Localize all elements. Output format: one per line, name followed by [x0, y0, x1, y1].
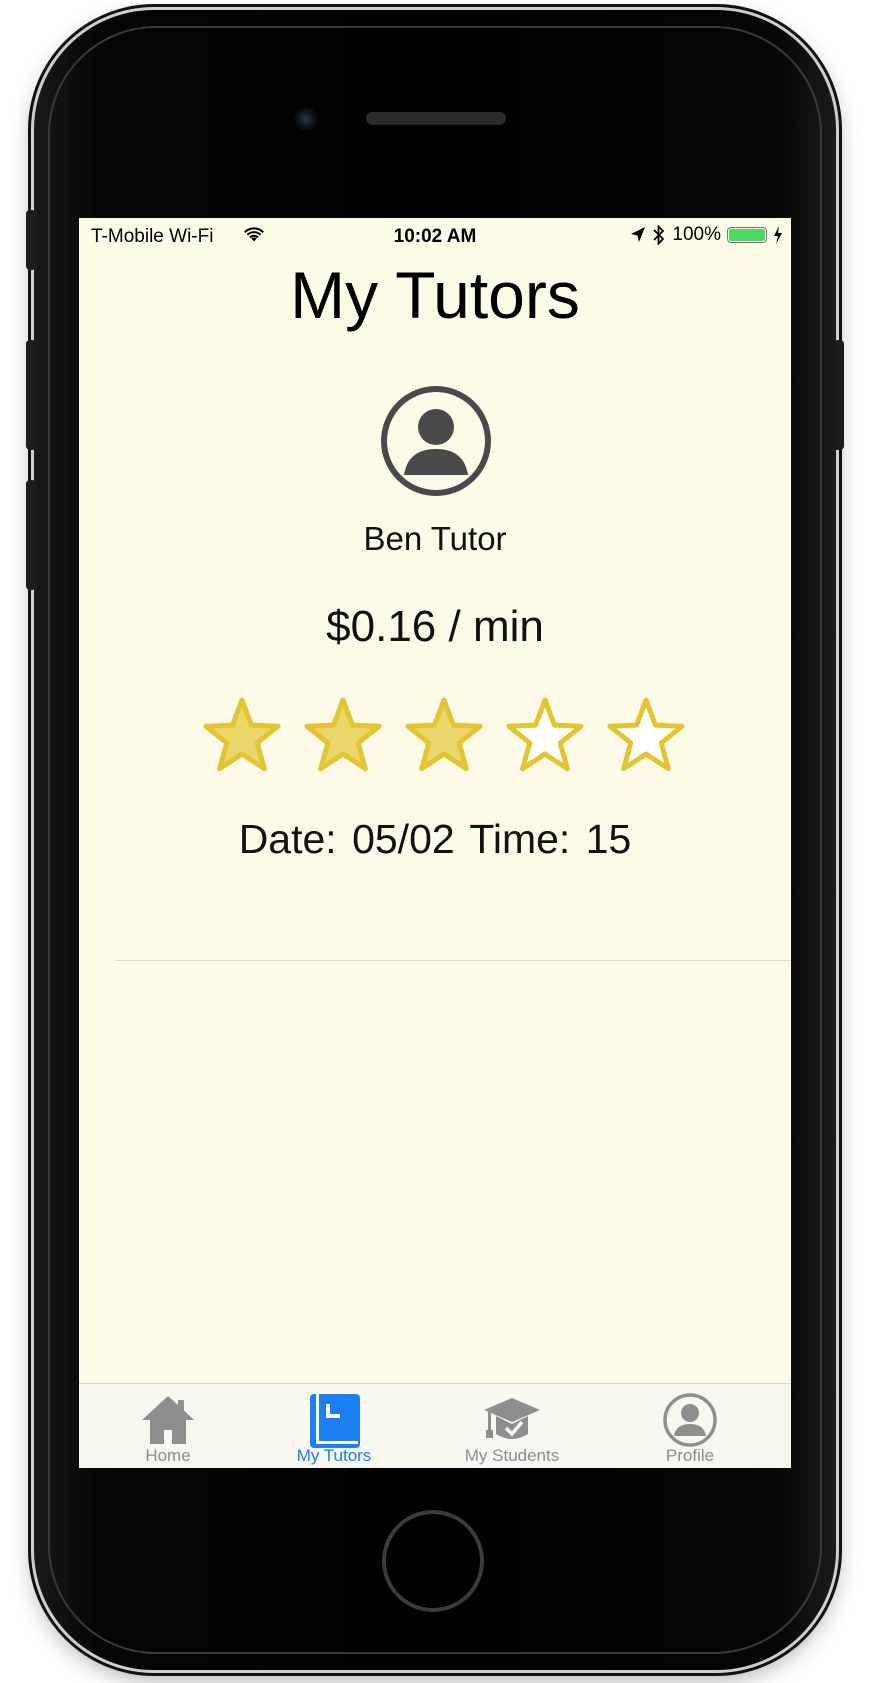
tutor-name: Ben Tutor [363, 520, 507, 557]
tab-my-tutors[interactable]: My Tutors [245, 1384, 423, 1468]
tab-home-label: Home [145, 1446, 191, 1465]
bluetooth-icon [653, 225, 665, 245]
page-title: My Tutors [290, 258, 580, 332]
status-right-group: 100% [630, 224, 783, 246]
tutor-avatar-icon[interactable] [378, 383, 494, 499]
profile-icon [663, 1393, 717, 1447]
location-arrow-icon [631, 227, 646, 242]
tab-my-students[interactable]: My Students [423, 1384, 601, 1468]
book-icon [310, 1394, 360, 1448]
home-icon [142, 1396, 194, 1444]
star-empty-icon[interactable] [603, 692, 689, 778]
star-filled-icon[interactable] [401, 692, 487, 778]
status-bar: T-Mobile Wi-Fi 10:02 AM 100% [79, 218, 791, 256]
mute-switch [26, 210, 36, 270]
home-button[interactable] [382, 1510, 484, 1612]
battery-percent: 100% [672, 224, 721, 245]
star-rating [199, 692, 689, 778]
star-empty-icon[interactable] [502, 692, 588, 778]
tab-profile[interactable]: Profile [601, 1384, 779, 1468]
battery-icon [727, 227, 767, 243]
tab-my-students-label: My Students [464, 1446, 560, 1465]
earpiece-speaker [366, 112, 506, 125]
star-filled-icon[interactable] [199, 692, 285, 778]
charging-bolt-icon [774, 226, 782, 244]
graduation-cap-icon [484, 1398, 540, 1439]
tab-my-tutors-label: My Tutors [296, 1446, 372, 1465]
list-divider [115, 960, 791, 961]
tab-profile-label: Profile [665, 1446, 715, 1465]
star-filled-icon[interactable] [300, 692, 386, 778]
tutor-rate: $0.16 / min [326, 602, 544, 651]
tab-bar: Home My Tutors My Students Profile [79, 1383, 791, 1468]
power-button [834, 340, 844, 450]
app-screen: T-Mobile Wi-Fi 10:02 AM 100% My Tutors B… [79, 218, 791, 1468]
volume-down-button [26, 480, 36, 590]
session-date-time: Date: 05/02 Time: 15 [238, 816, 632, 862]
tab-home[interactable]: Home [79, 1384, 257, 1468]
front-camera [295, 108, 317, 130]
volume-up-button [26, 340, 36, 450]
